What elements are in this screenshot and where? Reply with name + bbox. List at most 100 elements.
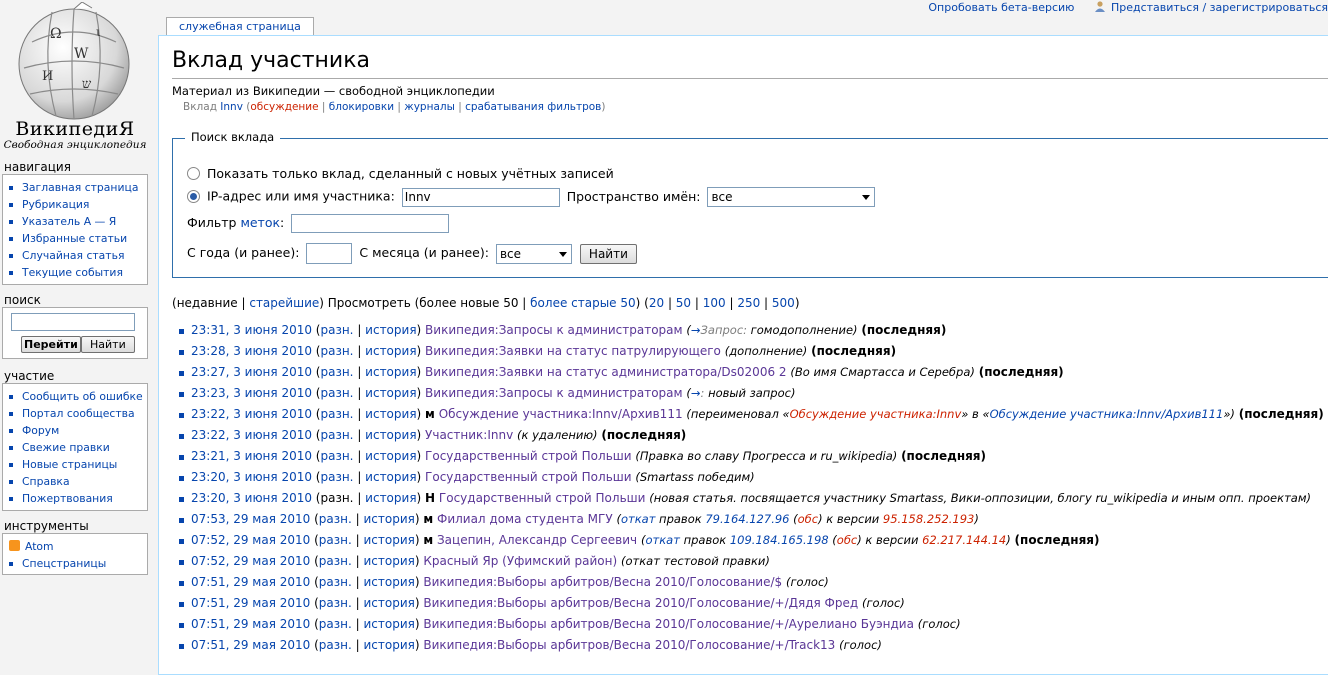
revert-talk-link[interactable]: обс [798, 512, 818, 526]
filters-link[interactable]: срабатывания фильтров [465, 101, 601, 113]
section-arrow-link[interactable]: → [691, 386, 701, 400]
section-arrow-link[interactable]: → [691, 323, 701, 337]
tag-filter-input[interactable] [291, 214, 450, 233]
row-diff-link[interactable]: разн. [319, 596, 352, 610]
sidebar-nav-item[interactable]: Случайная статья [3, 247, 147, 264]
go-button[interactable]: Перейти [21, 336, 81, 353]
row-diff-link[interactable]: разн. [319, 554, 352, 568]
row-history-link[interactable]: история [363, 638, 414, 652]
row-title-link[interactable]: Зацепин, Александр Сергеевич [437, 533, 637, 547]
radio-ip-user[interactable] [187, 189, 200, 203]
sidebar-nav-item[interactable]: Рубрикация [3, 196, 147, 213]
tab-special-page[interactable]: служебная страница [166, 17, 314, 36]
sidebar-nav-item-link[interactable]: Заглавная страница [22, 181, 138, 194]
sidebar-part-item[interactable]: Свежие правки [3, 439, 147, 456]
row-diff-link[interactable]: разн. [320, 386, 353, 400]
row-history-link[interactable]: история [363, 554, 414, 568]
row-diff-link[interactable]: разн. [320, 470, 353, 484]
sidebar-nav-item[interactable]: Текущие события [3, 264, 147, 281]
row-date-link[interactable]: 23:21, 3 июня 2010 [191, 449, 312, 463]
row-history-link[interactable]: история [365, 365, 416, 379]
row-date-link[interactable]: 07:51, 29 мая 2010 [191, 596, 310, 610]
row-title-link[interactable]: Википедия:Выборы арбитров/Весна 2010/Гол… [423, 617, 914, 631]
sidebar-nav-item[interactable]: Указатель А — Я [3, 213, 147, 230]
wikipedia-logo[interactable]: Ω W ι И ש ВикипедиЯ Свободная энциклопед… [0, 0, 150, 158]
row-title-link[interactable]: Государственный строй Польши [439, 491, 646, 505]
row-title-link[interactable]: Википедия:Запросы к администраторам [425, 386, 683, 400]
sidebar-part-item[interactable]: Форум [3, 422, 147, 439]
try-beta-link[interactable]: Опробовать бета-версию [928, 1, 1074, 14]
sidebar-nav-item-link[interactable]: Текущие события [22, 266, 123, 279]
sidebar-part-item-link[interactable]: Свежие правки [22, 441, 110, 454]
pager-500-link[interactable]: 500 [772, 296, 795, 310]
row-title-link[interactable]: Википедия:Запросы к администраторам [425, 323, 683, 337]
submit-button[interactable]: Найти [579, 243, 637, 264]
row-history-link[interactable]: история [365, 428, 416, 442]
sidebar-part-item-link[interactable]: Пожертвования [22, 492, 113, 505]
sidebar-nav-item-link[interactable]: Случайная статья [22, 249, 124, 262]
revert-ip-link[interactable]: 109.184.165.198 [730, 533, 829, 547]
row-diff-link[interactable]: разн. [320, 428, 353, 442]
row-title-link[interactable]: Википедия:Заявки на статус патрулирующег… [425, 344, 721, 358]
row-title-link[interactable]: Википедия:Выборы арбитров/Весна 2010/Гол… [423, 575, 782, 589]
row-diff-link[interactable]: разн. [320, 449, 353, 463]
row-date-link[interactable]: 23:23, 3 июня 2010 [191, 386, 312, 400]
sidebar-search-input[interactable] [11, 313, 135, 331]
row-diff-link[interactable]: разн. [320, 407, 353, 421]
sidebar-part-item-link[interactable]: Справка [22, 475, 70, 488]
row-date-link[interactable]: 23:20, 3 июня 2010 [191, 491, 312, 505]
row-history-link[interactable]: история [363, 533, 414, 547]
row-diff-link[interactable]: разн. [319, 638, 352, 652]
namespace-select[interactable]: все [707, 187, 876, 207]
row-history-link[interactable]: история [363, 512, 414, 526]
row-diff-link[interactable]: разн. [319, 575, 352, 589]
row-history-link[interactable]: история [365, 344, 416, 358]
sidebar-nav-item-link[interactable]: Избранные статьи [22, 232, 127, 245]
sidebar-tools-item-link[interactable]: Atom [25, 540, 54, 553]
row-title-link[interactable]: Википедия:Выборы арбитров/Весна 2010/Гол… [423, 638, 835, 652]
tags-link[interactable]: меток [240, 215, 280, 230]
blocks-link[interactable]: блокировки [329, 101, 394, 113]
row-date-link[interactable]: 07:51, 29 мая 2010 [191, 638, 310, 652]
sidebar-part-item-link[interactable]: Сообщить об ошибке [22, 390, 143, 403]
login-link[interactable]: Представиться / зарегистрироваться [1111, 1, 1328, 14]
pager-older-link[interactable]: более старые 50 [530, 296, 636, 310]
row-history-link[interactable]: история [365, 323, 416, 337]
row-date-link[interactable]: 07:53, 29 мая 2010 [191, 512, 310, 526]
row-title-link[interactable]: Википедия:Выборы арбитров/Весна 2010/Гол… [423, 596, 858, 610]
sidebar-tools-item[interactable]: Спецстраницы [3, 555, 147, 572]
revert-link[interactable]: откат [645, 533, 679, 547]
revert-version-link[interactable]: 95.158.252.193 [883, 512, 974, 526]
user-link[interactable]: Innv [220, 101, 243, 113]
sidebar-nav-item-link[interactable]: Указатель А — Я [22, 215, 116, 228]
row-date-link[interactable]: 23:27, 3 июня 2010 [191, 365, 312, 379]
row-title-link[interactable]: Государственный строй Польши [425, 470, 632, 484]
logs-link[interactable]: журналы [404, 101, 455, 113]
row-history-link[interactable]: история [365, 449, 416, 463]
row-date-link[interactable]: 07:51, 29 мая 2010 [191, 617, 310, 631]
row-diff-link[interactable]: разн. [320, 365, 353, 379]
tab-label[interactable]: служебная страница [179, 20, 301, 33]
row-date-link[interactable]: 23:22, 3 июня 2010 [191, 407, 312, 421]
row-date-link[interactable]: 07:52, 29 мая 2010 [191, 554, 310, 568]
revert-link[interactable]: откат [621, 512, 655, 526]
row-title-link[interactable]: Обсуждение участника:Innv/Архив111 [439, 407, 683, 421]
row-history-link[interactable]: история [363, 575, 414, 589]
row-title-link[interactable]: Участник:Innv [425, 428, 513, 442]
row-title-link[interactable]: Красный Яр (Уфимский район) [423, 554, 617, 568]
sidebar-part-item-link[interactable]: Форум [22, 424, 59, 437]
sidebar-nav-item[interactable]: Избранные статьи [3, 230, 147, 247]
row-history-link[interactable]: история [365, 407, 416, 421]
row-history-link[interactable]: история [363, 617, 414, 631]
pager-20-link[interactable]: 20 [649, 296, 664, 310]
sidebar-search-button[interactable]: Найти [81, 336, 135, 353]
row-date-link[interactable]: 07:52, 29 мая 2010 [191, 533, 310, 547]
rename-to-link[interactable]: Обсуждение участника:Innv/Архив111 [990, 407, 1224, 421]
sidebar-nav-item[interactable]: Заглавная страница [3, 179, 147, 196]
row-history-link[interactable]: история [365, 386, 416, 400]
sidebar-part-item[interactable]: Справка [3, 473, 147, 490]
user-talk-link[interactable]: обсуждение [250, 101, 318, 113]
sidebar-part-item[interactable]: Портал сообщества [3, 405, 147, 422]
pager-250-link[interactable]: 250 [737, 296, 760, 310]
rename-from-link[interactable]: Обсуждение участника:Innv [790, 407, 962, 421]
